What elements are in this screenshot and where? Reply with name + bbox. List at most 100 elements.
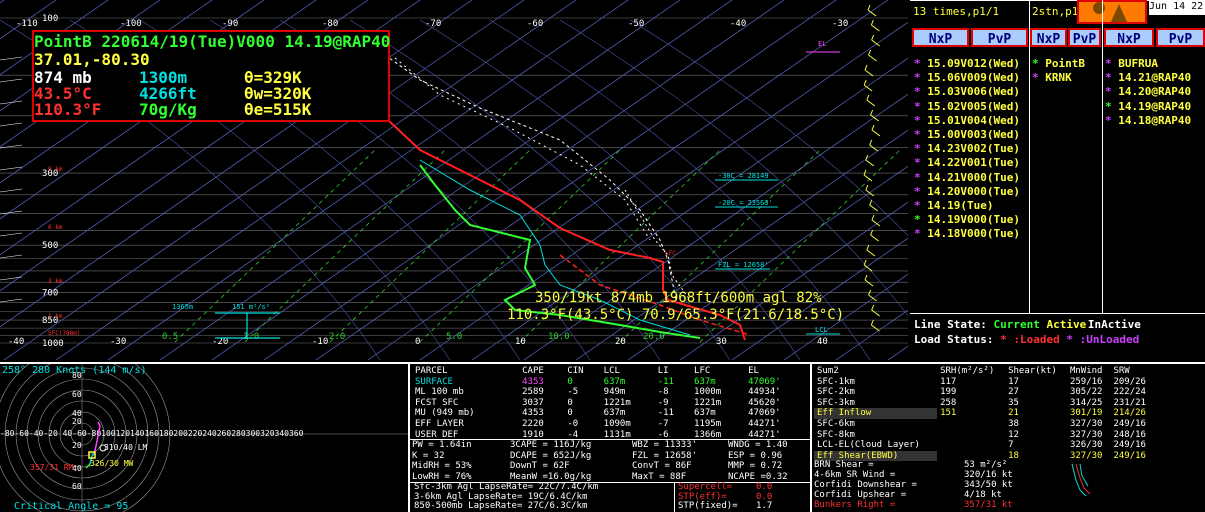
parcel-cell: -7 — [657, 418, 669, 429]
parcel-cell: 637m — [694, 408, 716, 419]
shear-row[interactable]: SFC-6km 38 327/30 249/16 — [814, 419, 1154, 430]
time-item-mark: * — [914, 213, 928, 227]
parcel-cell: 2220 — [522, 418, 544, 429]
shear-row[interactable]: Eff Inflow 151 21 301/19 214/26 — [814, 408, 1154, 419]
parcel-stat: ConvT = 86F — [632, 461, 692, 472]
sources-next-page-button[interactable]: NxP — [1104, 28, 1154, 47]
source-item[interactable]: * BUFRUA — [1105, 57, 1191, 71]
stations-next-page-button[interactable]: NxP — [1030, 28, 1067, 47]
time-item-mark: * — [914, 127, 928, 141]
time-item[interactable]: * 15.06V009(Wed) — [914, 71, 1020, 85]
bottom-temp-label: 0 — [415, 337, 420, 347]
shear-row[interactable]: SFC-8km 12 327/30 248/16 — [814, 430, 1154, 441]
line-state-active[interactable]: Active — [1046, 318, 1086, 331]
top-temp-label: -40 — [730, 19, 746, 29]
shear-cell: 231/21 — [1113, 397, 1146, 408]
stations-list: * PointB * KRNK — [1032, 57, 1085, 85]
height-1365-label: 1365m — [172, 303, 193, 311]
parcel-stat: FZL = 12658' — [632, 450, 698, 461]
shear-table: Sum2 SRH(m²/s²) Shear(kt) MnWind SRW SFC-1km… — [814, 366, 1154, 462]
time-item[interactable]: * 14.19V000(Tue) — [914, 213, 1020, 227]
hodograph[interactable]: 258° 280 Knots (144 m/s) -80-60-40-20 40… — [0, 364, 408, 512]
time-item-mark: * — [914, 227, 928, 241]
parcel-cell: 0 — [567, 376, 573, 387]
parcel-row[interactable]: MU (949 mb) 4353 0 637m -11 637m 47069' — [412, 408, 808, 419]
parcel-cell: 4353 — [522, 408, 544, 419]
parcel-stat: MeanW =16.0g/kg — [510, 471, 592, 482]
source-item[interactable]: * 14.18@RAP40 — [1105, 114, 1191, 128]
time-item[interactable]: * 14.21V000(Tue) — [914, 171, 1020, 185]
parcel-stat: MaxT = 88F — [632, 471, 687, 482]
times-next-page-button[interactable]: NxP — [912, 28, 969, 47]
source-item[interactable]: * 14.20@RAP40 — [1105, 85, 1191, 99]
height-label: SFC(788m) — [48, 330, 81, 337]
shear-summary-label: Corfidi Downshear = — [814, 480, 917, 490]
time-item-mark: * — [914, 113, 928, 127]
parcel-row[interactable]: EFF LAYER 2220 -0 1090m -7 1195m 44271' — [412, 419, 808, 430]
line-state-inactive[interactable]: InActive — [1088, 318, 1141, 331]
parcel-stats-grid: PW = 1.64in 3CAPE = 116J/kg WBZ = 11333' WN… — [412, 440, 808, 482]
parcel-cell: -8 — [657, 387, 669, 398]
shear-summary-label: BRN Shear = — [814, 460, 874, 470]
shear-cell — [937, 440, 1005, 451]
times-prev-page-button[interactable]: PvP — [971, 28, 1028, 47]
unloaded-label: :UnLoaded — [1079, 333, 1140, 346]
shear-cell: SFC-2km — [817, 387, 855, 398]
time-item[interactable]: * 14.18V000(Tue) — [914, 227, 1020, 241]
source-item-label: 14.20@RAP40 — [1118, 85, 1192, 99]
station-item[interactable]: * KRNK — [1032, 71, 1085, 85]
shear-row[interactable]: LCL-EL(Cloud Layer) 7 326/30 249/16 — [814, 440, 1154, 451]
source-item-label: 14.19@RAP40 — [1118, 99, 1192, 113]
shear-cell: 249/16 — [1113, 440, 1146, 451]
time-item-label: 15.02V005(Wed) — [927, 99, 1020, 113]
parcel-cell: SURFACE — [415, 376, 453, 387]
source-item[interactable]: * 14.21@RAP40 — [1105, 71, 1191, 85]
shear-summary-row: BRN Shear = 53 m²/s² — [812, 460, 1062, 470]
mixing-ratio-label: 10.0 — [548, 332, 570, 342]
parcel-cell: FCST SFC — [415, 397, 459, 408]
shear-cell: 259/16 — [1069, 376, 1103, 387]
parcel-stat: 3CAPE = 116J/kg — [510, 440, 592, 450]
parcel-row[interactable]: SURFACE 4353 0 637m -11 637m 47069' — [412, 377, 808, 388]
source-item[interactable]: * 14.19@RAP40 — [1105, 100, 1191, 114]
time-item-mark: * — [914, 170, 928, 184]
station-item[interactable]: * PointB — [1032, 57, 1085, 71]
shear-row[interactable]: SFC-2km 199 27 305/22 222/24 — [814, 387, 1154, 398]
hodo-axis-labels: -80-60-40-20 40-60-801001201401601802002… — [0, 429, 304, 438]
top-temp-label: -30 — [832, 19, 848, 29]
parcel-row[interactable]: FCST SFC 3037 0 1221m -9 1221m 45620' — [412, 398, 808, 409]
mixing-ratio-label: 1.0 — [243, 332, 259, 342]
parcel-stat: DCAPE = 652J/kg — [510, 450, 592, 461]
minus20-label: -20C = 23563' — [718, 199, 773, 207]
parcel-stats-row: LowRH = 76% MeanW =16.0g/kg MaxT = 88F NCAP… — [412, 472, 808, 483]
hodo-ring-label: 20 — [72, 417, 82, 426]
line-state-current[interactable]: Current — [993, 318, 1039, 331]
fzl-label: FZL = 12658' — [718, 261, 769, 269]
shear-row[interactable]: SFC-3km 258 35 314/25 231/21 — [814, 398, 1154, 409]
parcel-row[interactable]: ML 100 mb 2589 -5 949m -8 1000m 44934' — [412, 387, 808, 398]
shear-cell: 314/25 — [1069, 397, 1103, 408]
time-item[interactable]: * 15.00V003(Wed) — [914, 128, 1020, 142]
shear-summary-row: Bunkers Right = 357/31 kt — [812, 500, 1062, 510]
shear-cell: 7 — [1008, 440, 1014, 451]
sources-prev-page-button[interactable]: PvP — [1156, 28, 1205, 47]
top-temp-label: -80 — [322, 19, 338, 29]
info-temp-f: 110.3°F — [34, 100, 102, 119]
shear-cell: SFC-8km — [817, 429, 855, 440]
shear-row[interactable]: SFC-1km 117 17 259/16 209/26 — [814, 377, 1154, 388]
time-item[interactable]: * 14.20V000(Tue) — [914, 185, 1020, 199]
parcel-cell: 1090m — [603, 418, 631, 429]
time-item[interactable]: * 14.23V002(Tue) — [914, 142, 1020, 156]
stp-value: 0.0 — [756, 491, 773, 502]
time-item[interactable]: * 15.03V006(Wed) — [914, 85, 1020, 99]
time-item[interactable]: * 15.02V005(Wed) — [914, 100, 1020, 114]
info-title: PointB 220614/19(Tue)V000 14.19@RAP40 — [34, 32, 391, 51]
time-item[interactable]: * 14.22V001(Tue) — [914, 156, 1020, 170]
shear-summary-value: 4/18 kt — [964, 490, 1002, 500]
time-item[interactable]: * 14.19(Tue) — [914, 199, 1020, 213]
mixing-ratio-label: 5.0 — [446, 332, 462, 342]
time-item[interactable]: * 15.09V012(Wed) — [914, 57, 1020, 71]
parcel-header-cell: EL — [748, 366, 759, 376]
stations-prev-page-button[interactable]: PvP — [1068, 28, 1101, 47]
time-item[interactable]: * 15.01V004(Wed) — [914, 114, 1020, 128]
